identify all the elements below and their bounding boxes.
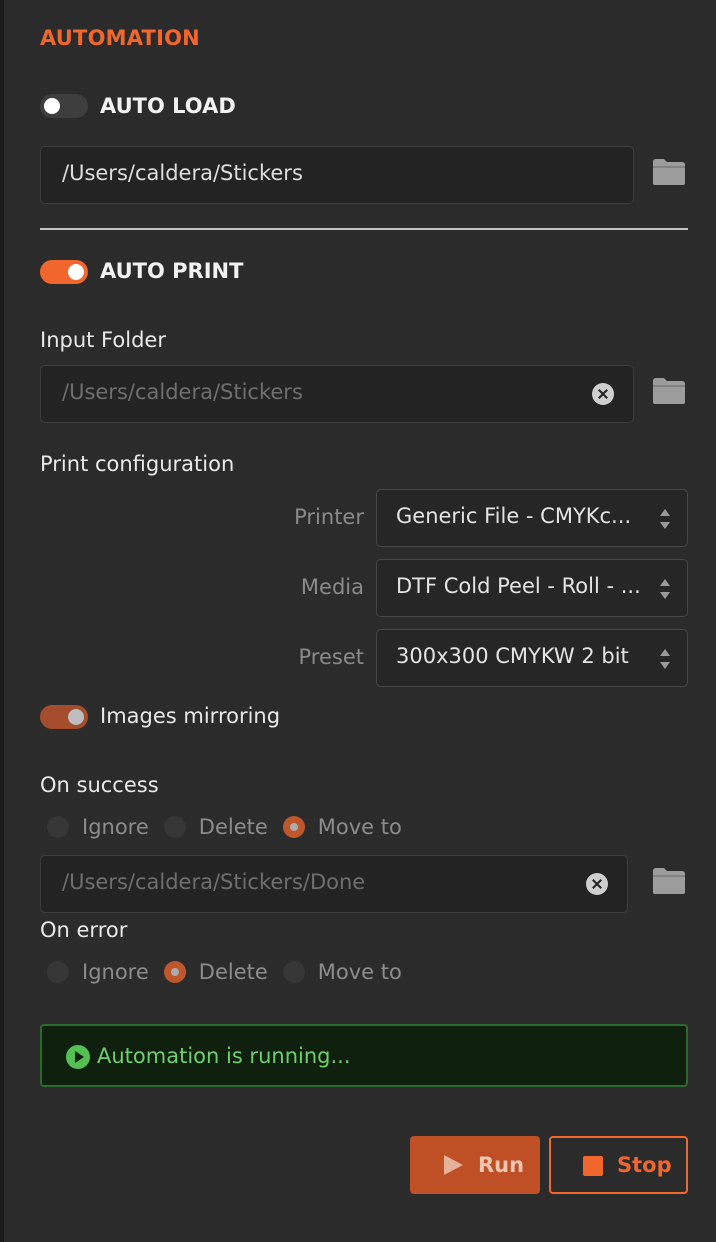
stop-icon (583, 1156, 603, 1176)
stop-button[interactable]: Stop (549, 1136, 688, 1194)
folder-icon[interactable] (652, 867, 686, 895)
on-success-move-to-radio[interactable] (282, 816, 305, 838)
select-arrows-icon (660, 649, 670, 669)
clear-icon[interactable] (586, 873, 608, 895)
auto-load-path-input[interactable]: /Users/caldera/Stickers (40, 146, 634, 204)
radio-label: Move to (317, 960, 402, 984)
move-to-placeholder: /Users/caldera/Stickers/Done (62, 870, 366, 894)
media-label: Media (300, 575, 364, 599)
radio-label: Delete (198, 960, 268, 984)
section-divider (40, 228, 688, 230)
panel-left-border (0, 0, 4, 1242)
on-error-ignore-radio[interactable] (47, 961, 69, 983)
status-banner: Automation is running... (40, 1024, 688, 1087)
select-arrows-icon (660, 579, 670, 599)
preset-label: Preset (298, 645, 364, 669)
media-select[interactable]: DTF Cold Peel - Roll - ... (376, 559, 688, 617)
printer-label: Printer (294, 505, 364, 529)
on-success-delete-radio[interactable] (163, 816, 186, 838)
preset-value: 300x300 CMYKW 2 bit (396, 644, 629, 668)
run-button-label: Run (478, 1153, 525, 1177)
preset-select[interactable]: 300x300 CMYKW 2 bit (376, 629, 688, 687)
input-folder-label: Input Folder (40, 328, 166, 352)
radio-label: Move to (317, 815, 402, 839)
input-folder-placeholder: /Users/caldera/Stickers (62, 380, 303, 404)
run-button[interactable]: Run (410, 1136, 540, 1194)
radio-label: Ignore (82, 815, 149, 839)
on-error-label: On error (40, 918, 128, 942)
play-icon (444, 1155, 463, 1175)
radio-label: Delete (198, 815, 268, 839)
status-text: Automation is running... (97, 1044, 351, 1068)
on-error-move-to-radio[interactable] (282, 961, 305, 983)
stop-button-label: Stop (617, 1153, 672, 1177)
on-error-radio-group: Ignore Delete Move to (47, 960, 417, 984)
printer-value: Generic File - CMYKc... (396, 504, 632, 528)
clear-icon[interactable] (592, 383, 614, 405)
images-mirroring-toggle[interactable] (40, 705, 88, 729)
radio-label: Ignore (82, 960, 149, 984)
toggle-knob (44, 98, 60, 114)
auto-load-path-value: /Users/caldera/Stickers (62, 161, 303, 185)
images-mirroring-label: Images mirroring (100, 704, 281, 728)
auto-load-toggle[interactable] (40, 94, 88, 118)
auto-load-label: AUTO LOAD (100, 94, 236, 118)
on-success-ignore-radio[interactable] (47, 816, 69, 838)
select-arrows-icon (660, 509, 670, 529)
folder-icon[interactable] (652, 158, 686, 186)
print-configuration-label: Print configuration (40, 452, 235, 476)
auto-print-toggle[interactable] (40, 260, 88, 284)
printer-select[interactable]: Generic File - CMYKc... (376, 489, 688, 547)
section-title: AUTOMATION (40, 26, 200, 50)
media-value: DTF Cold Peel - Roll - ... (396, 574, 641, 598)
on-success-radio-group: Ignore Delete Move to (47, 815, 417, 839)
toggle-knob (68, 264, 84, 280)
folder-icon[interactable] (652, 377, 686, 405)
auto-print-label: AUTO PRINT (100, 259, 244, 283)
play-circle-icon (66, 1045, 90, 1069)
input-folder-input[interactable]: /Users/caldera/Stickers (40, 365, 634, 423)
move-to-path-input[interactable]: /Users/caldera/Stickers/Done (40, 855, 628, 913)
toggle-knob (68, 709, 84, 725)
on-error-delete-radio[interactable] (163, 961, 186, 983)
on-success-label: On success (40, 773, 159, 797)
